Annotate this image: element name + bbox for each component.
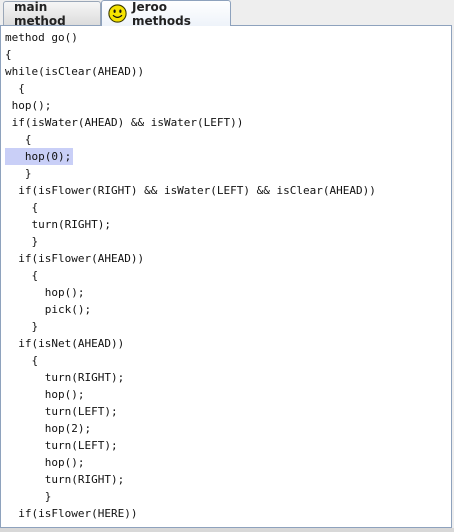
code-line[interactable]: turn(RIGHT);: [1, 216, 451, 233]
code-line[interactable]: hop();: [1, 284, 451, 301]
tab-main-method[interactable]: main method: [3, 0, 101, 28]
code-line[interactable]: turn(RIGHT);: [1, 369, 451, 386]
code-line[interactable]: }: [1, 165, 451, 182]
code-line[interactable]: {: [1, 46, 451, 63]
code-line[interactable]: while(isClear(AHEAD)): [1, 63, 451, 80]
code-line[interactable]: hop();: [1, 97, 451, 114]
code-line[interactable]: {: [1, 267, 451, 284]
highlighted-text: hop(0);: [5, 148, 74, 165]
code-line[interactable]: hop();: [1, 386, 451, 403]
code-line[interactable]: if(isNet(AHEAD)): [1, 335, 451, 352]
tab-main-method-label: main method: [14, 0, 66, 28]
code-area[interactable]: method go(){while(isClear(AHEAD)) { hop(…: [1, 29, 451, 522]
code-line[interactable]: }: [1, 233, 451, 250]
tab-bar: main method Jeroo methods: [0, 0, 454, 28]
code-line[interactable]: if(isFlower(AHEAD)): [1, 250, 451, 267]
code-line[interactable]: if(isFlower(HERE)): [1, 505, 451, 522]
code-line[interactable]: if(isWater(AHEAD) && isWater(LEFT)): [1, 114, 451, 131]
code-line-highlighted[interactable]: hop(0);: [1, 148, 451, 165]
code-line[interactable]: {: [1, 131, 451, 148]
code-line[interactable]: }: [1, 318, 451, 335]
code-line[interactable]: {: [1, 352, 451, 369]
code-line[interactable]: pick();: [1, 301, 451, 318]
code-line[interactable]: hop();: [1, 454, 451, 471]
code-line[interactable]: turn(LEFT);: [1, 437, 451, 454]
code-editor[interactable]: method go(){while(isClear(AHEAD)) { hop(…: [0, 25, 452, 528]
code-line[interactable]: turn(RIGHT);: [1, 471, 451, 488]
scrollbar-track[interactable]: [0, 528, 454, 532]
code-line[interactable]: method go(): [1, 29, 451, 46]
tab-jeroo-methods-label: Jeroo methods: [132, 0, 191, 28]
code-line[interactable]: turn(LEFT);: [1, 403, 451, 420]
code-line[interactable]: {: [1, 199, 451, 216]
code-line[interactable]: hop(2);: [1, 420, 451, 437]
code-line[interactable]: }: [1, 488, 451, 505]
code-line[interactable]: {: [1, 80, 451, 97]
tab-jeroo-methods[interactable]: Jeroo methods: [101, 0, 231, 28]
code-line[interactable]: if(isFlower(RIGHT) && isWater(LEFT) && i…: [1, 182, 451, 199]
jeroo-editor-window: main method Jeroo methods method go(){wh…: [0, 0, 454, 532]
smiley-icon: [108, 4, 127, 23]
